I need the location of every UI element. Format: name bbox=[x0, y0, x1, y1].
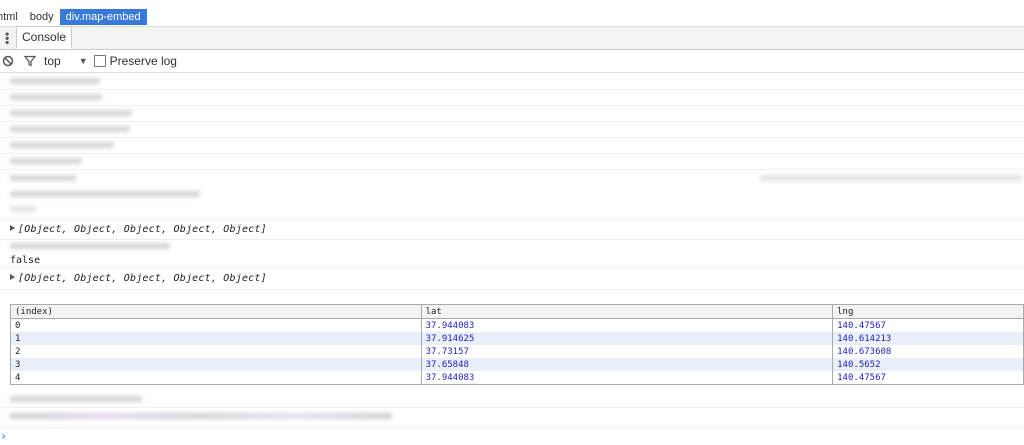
boolean-value: false bbox=[10, 255, 41, 266]
log-line: false bbox=[0, 239, 1024, 268]
table-cell-lat: 37.944083 bbox=[420, 318, 834, 332]
table-cell-index: 0 bbox=[10, 318, 422, 332]
expand-triangle-icon[interactable] bbox=[10, 274, 15, 280]
context-selector[interactable]: top bbox=[44, 54, 61, 68]
console-toolbar: top ▼ Preserve log bbox=[0, 50, 1024, 73]
log-line bbox=[0, 153, 1024, 170]
table-cell-index: 1 bbox=[10, 332, 422, 345]
table-cell-lat: 37.73157 bbox=[420, 345, 834, 358]
filter-icon[interactable] bbox=[22, 53, 38, 69]
log-line bbox=[0, 89, 1024, 106]
array-summary[interactable]: [Object, Object, Object, Object, Object] bbox=[10, 273, 267, 284]
log-line: [Object, Object, Object, Object, Object] bbox=[0, 219, 1024, 240]
array-summary-text: [Object, Object, Object, Object, Object] bbox=[18, 273, 267, 284]
table-cell-lng: 140.5652 bbox=[832, 358, 1024, 371]
kebab-icon[interactable]: ••• bbox=[0, 27, 14, 49]
table-row: 1 37.914625 140.614213 bbox=[10, 332, 1024, 345]
preserve-log-checkbox[interactable] bbox=[93, 55, 106, 67]
table-row: 0 37.944083 140.47567 bbox=[10, 318, 1024, 332]
drawer-tab-bar: ••• Console bbox=[0, 26, 1024, 50]
table-cell-lng: 140.673608 bbox=[832, 345, 1024, 358]
table-cell-index: 4 bbox=[10, 371, 422, 385]
column-header-lng[interactable]: lng bbox=[832, 304, 1024, 319]
console-output: [Object, Object, Object, Object, Object]… bbox=[0, 73, 1024, 445]
table-cell-index: 2 bbox=[10, 345, 422, 358]
table-row: 3 37.65848 140.5652 bbox=[10, 358, 1024, 371]
table-row: 2 37.73157 140.673608 bbox=[10, 345, 1024, 358]
tab-console[interactable]: Console bbox=[16, 26, 73, 49]
breadcrumb-html[interactable]: html bbox=[0, 9, 24, 25]
log-line bbox=[0, 391, 1024, 408]
log-line bbox=[0, 73, 1024, 90]
column-header-index[interactable]: (index) bbox=[10, 304, 422, 319]
table-row: 4 37.944083 140.47567 bbox=[10, 371, 1024, 385]
array-summary-text: [Object, Object, Object, Object, Object] bbox=[18, 224, 267, 235]
clear-console-icon[interactable] bbox=[0, 53, 16, 69]
log-line bbox=[0, 121, 1024, 138]
dropdown-arrow-icon[interactable]: ▼ bbox=[79, 56, 88, 66]
table-cell-lng: 140.47567 bbox=[832, 318, 1024, 332]
table-cell-lat: 37.65848 bbox=[420, 358, 834, 371]
table-cell-lat: 37.944083 bbox=[420, 371, 834, 385]
table-cell-lng: 140.614213 bbox=[832, 332, 1024, 345]
console-table: (index) lat lng 0 37.944083 140.47567 1 … bbox=[10, 304, 1024, 385]
table-cell-lat: 37.914625 bbox=[420, 332, 834, 345]
log-line bbox=[0, 407, 1024, 428]
table-cell-lng: 140.47567 bbox=[832, 371, 1024, 385]
table-header-row: (index) lat lng bbox=[10, 304, 1024, 319]
log-line bbox=[0, 105, 1024, 122]
console-prompt[interactable]: › bbox=[0, 429, 7, 443]
log-line bbox=[0, 137, 1024, 154]
column-header-lat[interactable]: lat bbox=[420, 304, 834, 319]
log-line: [Object, Object, Object, Object, Object] bbox=[0, 267, 1024, 290]
array-summary[interactable]: [Object, Object, Object, Object, Object] bbox=[10, 224, 267, 235]
breadcrumb-div-map-embed[interactable]: div.map-embed bbox=[59, 9, 147, 25]
expand-triangle-icon[interactable] bbox=[10, 225, 15, 231]
breadcrumb-body[interactable]: body bbox=[24, 9, 60, 25]
log-line bbox=[0, 169, 1024, 220]
table-cell-index: 3 bbox=[10, 358, 422, 371]
breadcrumb: html body div.map-embed bbox=[0, 8, 1024, 27]
preserve-log-label[interactable]: Preserve log bbox=[110, 54, 177, 68]
